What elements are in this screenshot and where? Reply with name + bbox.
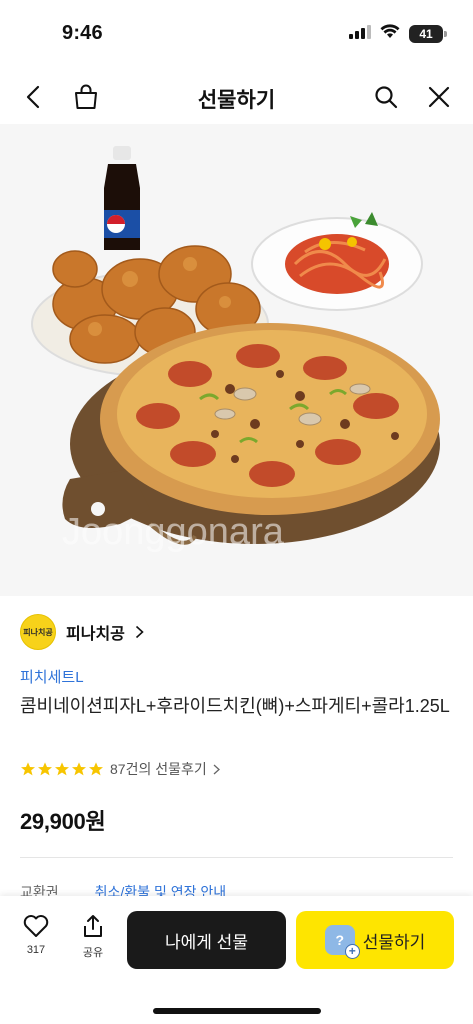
brand-logo: 피나치공 [20, 614, 56, 650]
star-icon [89, 762, 103, 776]
search-button[interactable] [369, 80, 403, 114]
product-price: 29,900원 [20, 809, 106, 834]
close-icon [428, 86, 450, 108]
plus-icon: + [344, 944, 360, 959]
star-icon [72, 762, 86, 776]
pizza-set-illustration: Joonggonara [31, 146, 440, 553]
status-time: 9:46 [62, 22, 103, 44]
brand-name: 피나치공 [66, 626, 125, 643]
gift-to-self-label: 나에게 선물 [165, 932, 248, 952]
close-button[interactable] [422, 80, 456, 114]
brand-link[interactable]: 피나치공 피나치공 [20, 614, 144, 650]
search-icon [375, 86, 398, 109]
battery-icon: 41 [409, 25, 447, 43]
recipient-avatar-icon: ? + [324, 925, 360, 959]
send-gift-button[interactable]: ? + 선물하기 [296, 911, 454, 969]
home-indicator [153, 1008, 321, 1014]
cola-bottle-icon [104, 146, 140, 250]
heart-icon [23, 915, 49, 937]
bottom-action-bar: 317 공유 나에게 선물 ? + 선물하기 [0, 896, 473, 1024]
signal-icon [349, 24, 371, 44]
star-icon [38, 762, 52, 776]
product-category[interactable]: 피치세트L [20, 666, 84, 687]
send-gift-label: 선물하기 [362, 932, 426, 952]
like-count: 317 [26, 944, 46, 956]
chevron-right-icon [213, 764, 220, 774]
svg-text:Joonggonara: Joonggonara [62, 511, 285, 553]
chevron-right-icon [135, 625, 144, 639]
review-count: 87건의 선물후기 [110, 761, 207, 777]
review-link[interactable]: 87건의 선물후기 [20, 759, 220, 779]
rating-stars [20, 761, 104, 777]
like-button[interactable]: 317 [12, 914, 60, 956]
divider [20, 857, 453, 858]
share-icon [84, 915, 102, 937]
status-icons: 41 [349, 24, 447, 44]
product-title: 콤비네이션피자L+후라이드치킨(뼈)+스파게티+콜라1.25L [20, 696, 450, 716]
wifi-icon [380, 24, 400, 44]
share-label: 공유 [82, 947, 104, 959]
product-image: Joonggonara [0, 124, 473, 596]
star-icon [55, 762, 69, 776]
star-icon [21, 762, 35, 776]
share-button[interactable]: 공유 [69, 914, 117, 960]
status-bar: 9:46 41 [0, 0, 473, 70]
nav-bar: 선물하기 [0, 70, 473, 124]
gift-to-self-button[interactable]: 나에게 선물 [127, 911, 286, 969]
